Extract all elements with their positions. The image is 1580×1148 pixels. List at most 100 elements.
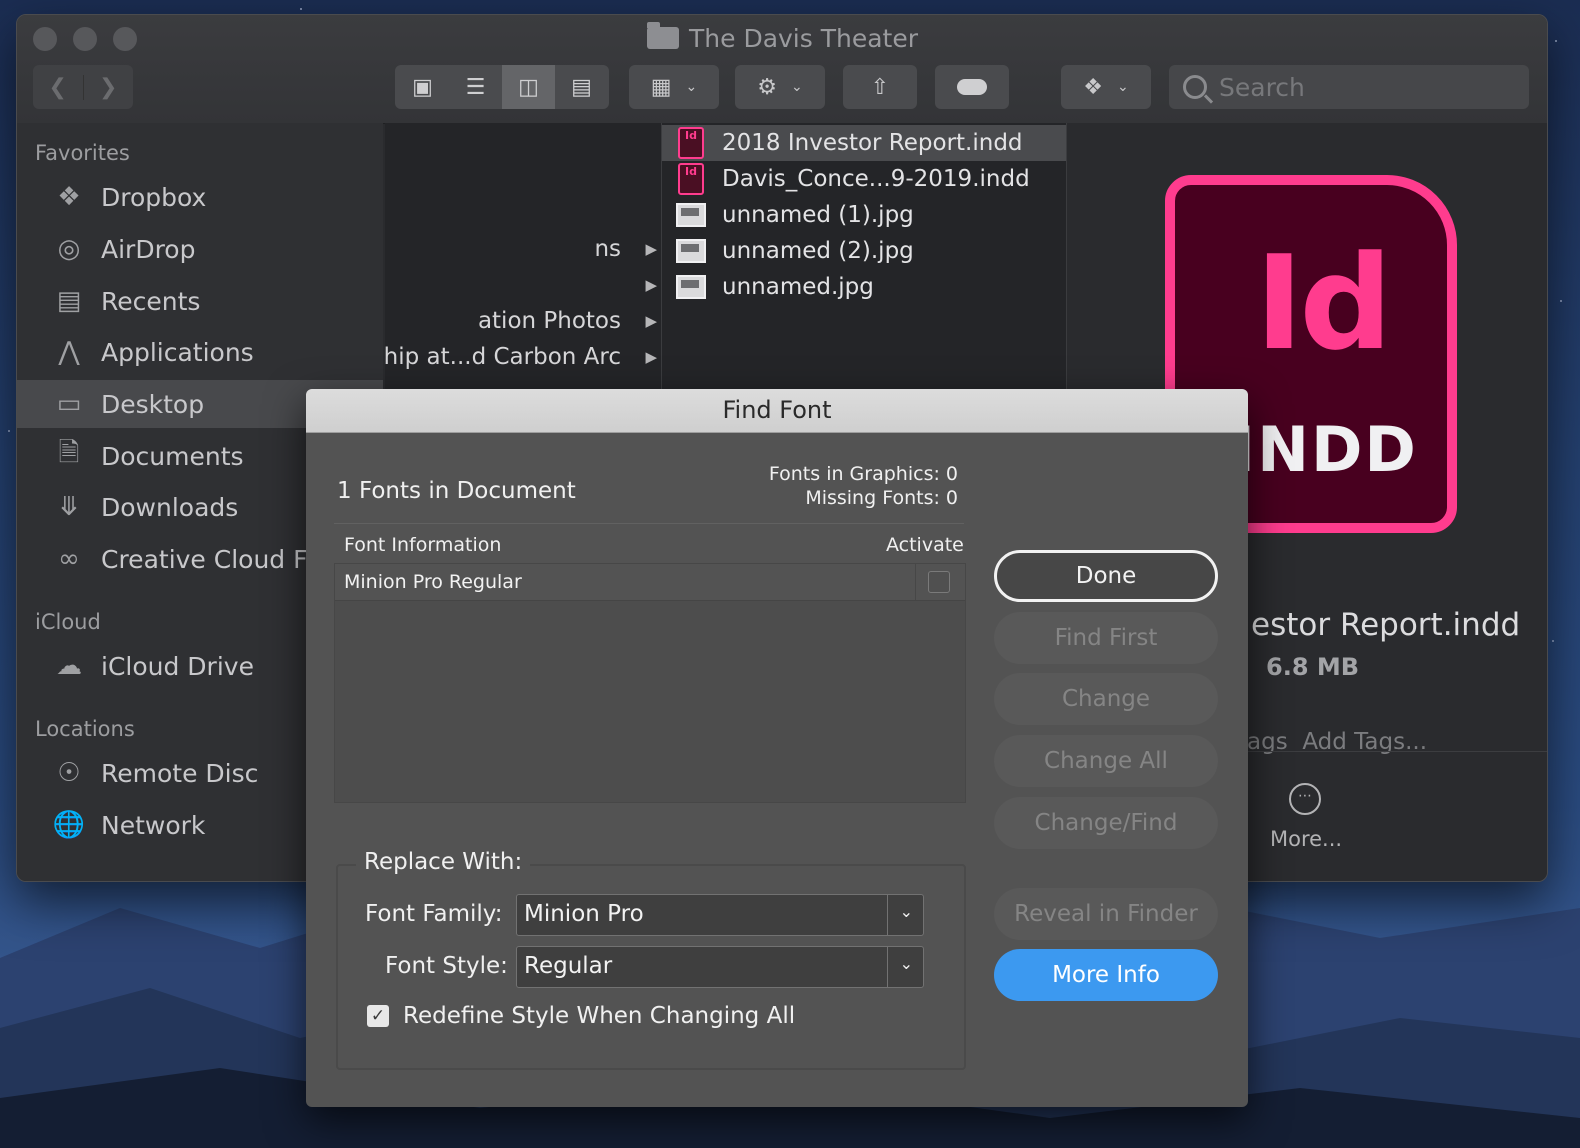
disclosure-arrow-icon: ▶ (645, 312, 657, 330)
reveal-in-finder-button[interactable]: Reveal in Finder (994, 888, 1218, 940)
sidebar-item-dropbox[interactable]: ❖ Dropbox (17, 173, 383, 221)
change-button[interactable]: Change (994, 673, 1218, 725)
sidebar-item-applications[interactable]: ⋀ Applications (17, 328, 383, 376)
file-row[interactable]: unnamed (2).jpg (662, 233, 1066, 269)
chevron-down-icon: ⌄ (899, 954, 913, 973)
file-row[interactable]: unnamed (1).jpg (662, 197, 1066, 233)
share-icon: ⇧ (870, 74, 890, 100)
share-button[interactable]: ⇧ (843, 65, 917, 109)
file-row[interactable]: Id Davis_Conce...9-2019.indd (662, 161, 1066, 197)
dropbox-toolbar-button[interactable]: ❖ ⌄ (1061, 65, 1151, 109)
chevron-down-icon: ⌄ (791, 79, 803, 95)
close-window-button[interactable] (33, 27, 57, 51)
minimize-window-button[interactable] (73, 27, 97, 51)
list-view-icon[interactable]: ☰ (449, 65, 502, 109)
table-row[interactable]: Minion Pro Regular (335, 564, 965, 601)
applications-icon: ⋀ (58, 337, 80, 367)
forward-button[interactable]: ❯ (82, 74, 134, 100)
disc-icon: ☉ (57, 758, 81, 788)
documents-icon: 🗎 (58, 438, 80, 468)
group-grid-icon: ▦ (650, 74, 672, 100)
more-button[interactable]: More... (1270, 827, 1342, 851)
indd-file-icon: Id (678, 163, 704, 195)
file-row[interactable]: unnamed.jpg (662, 269, 1066, 305)
more-info-button[interactable]: More Info (994, 949, 1218, 1001)
jpg-file-icon (676, 275, 706, 299)
window-title: The Davis Theater (647, 22, 918, 53)
jpg-file-icon (676, 239, 706, 263)
done-button[interactable]: Done (994, 550, 1218, 602)
gear-icon: ⚙ (757, 74, 777, 100)
redefine-style-checkbox[interactable]: ✓ (367, 1005, 389, 1027)
fonts-count: 1 Fonts in Document (337, 478, 576, 504)
recents-icon: ▤ (56, 286, 82, 316)
list-item[interactable]: ship at...d Carbon Arc ▶ (385, 339, 661, 375)
search-icon (1183, 75, 1207, 99)
font-family-select[interactable]: Minion Pro ⌄ (516, 894, 924, 936)
icon-view-icon[interactable]: ▣ (396, 65, 449, 109)
font-style-select[interactable]: Regular ⌄ (516, 946, 924, 988)
action-button[interactable]: ⚙ ⌄ (735, 65, 825, 109)
desktop-icon: ▭ (56, 389, 82, 419)
locations-header: Locations (35, 717, 135, 741)
indd-file-icon: Id (678, 127, 704, 159)
zoom-window-button[interactable] (113, 27, 137, 51)
indd-icon-ext: INDD (1232, 413, 1418, 486)
tags-button[interactable] (935, 65, 1009, 109)
sidebar-item-recents[interactable]: ▤ Recents (17, 277, 383, 325)
activate-checkbox[interactable] (928, 571, 950, 593)
replace-with-label: Replace With: (356, 849, 531, 875)
view-mode-control: ▣ ☰ ◫ ▤ (395, 65, 609, 109)
change-all-button[interactable]: Change All (994, 735, 1218, 787)
disclosure-arrow-icon: ▶ (645, 348, 657, 366)
chevron-down-icon: ⌄ (685, 79, 698, 95)
favorites-header: Favorites (35, 141, 130, 165)
chevron-down-icon: ⌄ (1117, 79, 1129, 95)
font-family-label: Font Family: (365, 901, 503, 927)
preview-file-name: estor Report.indd (1251, 607, 1521, 643)
divider (915, 564, 916, 600)
more-icon[interactable]: ⋯ (1289, 783, 1321, 815)
icloud-header: iCloud (35, 610, 101, 634)
find-first-button[interactable]: Find First (994, 612, 1218, 664)
cloud-icon: ☁ (56, 651, 82, 681)
folder-icon (647, 22, 679, 49)
disclosure-arrow-icon: ▶ (645, 240, 657, 258)
airdrop-icon: ◎ (57, 234, 81, 264)
back-button[interactable]: ❮ (33, 75, 83, 100)
font-style-label: Font Style: (385, 953, 508, 979)
jpg-file-icon (676, 203, 706, 227)
gallery-view-icon[interactable]: ▤ (555, 65, 608, 109)
chevron-down-icon: ⌄ (899, 902, 913, 921)
list-item[interactable]: ▶ (385, 267, 661, 303)
disclosure-arrow-icon: ▶ (645, 276, 657, 294)
search-field[interactable]: Search (1169, 65, 1529, 109)
divider (334, 523, 964, 524)
redefine-style-label: Redefine Style When Changing All (403, 1003, 796, 1029)
dropbox-icon: ❖ (57, 182, 81, 212)
creative-cloud-icon: ∞ (58, 544, 80, 574)
tag-icon (957, 79, 987, 95)
list-item[interactable]: ation Photos ▶ (385, 303, 661, 339)
change-find-button[interactable]: Change/Find (994, 797, 1218, 849)
downloads-icon: ⤋ (58, 492, 80, 522)
font-stats: Fonts in Graphics: 0 Missing Fonts: 0 (768, 463, 958, 509)
find-font-dialog: Find Font 1 Fonts in Document Fonts in G… (306, 389, 1248, 1107)
back-forward-buttons: ❮ ❯ (33, 65, 133, 109)
font-list: Minion Pro Regular (334, 563, 966, 803)
preview-file-size: 6.8 MB (1266, 653, 1360, 681)
finder-toolbar: The Davis Theater ❮ ❯ ▣ ☰ ◫ ▤ ▦ ⌄ ⚙ ⌄ ⇧ … (17, 15, 1547, 124)
column-header-font-information: Font Information (344, 534, 502, 556)
dropbox-icon: ❖ (1083, 74, 1103, 100)
sidebar-item-airdrop[interactable]: ◎ AirDrop (17, 225, 383, 273)
divider (887, 895, 888, 935)
divider (887, 947, 888, 987)
list-item[interactable]: ns ▶ (385, 231, 661, 267)
file-row[interactable]: Id 2018 Investor Report.indd (662, 125, 1066, 161)
column-header-activate: Activate (886, 534, 964, 556)
column-view-icon[interactable]: ◫ (502, 65, 555, 109)
network-icon: 🌐 (52, 810, 86, 840)
group-button[interactable]: ▦ ⌄ (629, 65, 719, 109)
indd-icon-label: Id (1255, 227, 1392, 379)
dialog-title: Find Font (306, 389, 1248, 433)
